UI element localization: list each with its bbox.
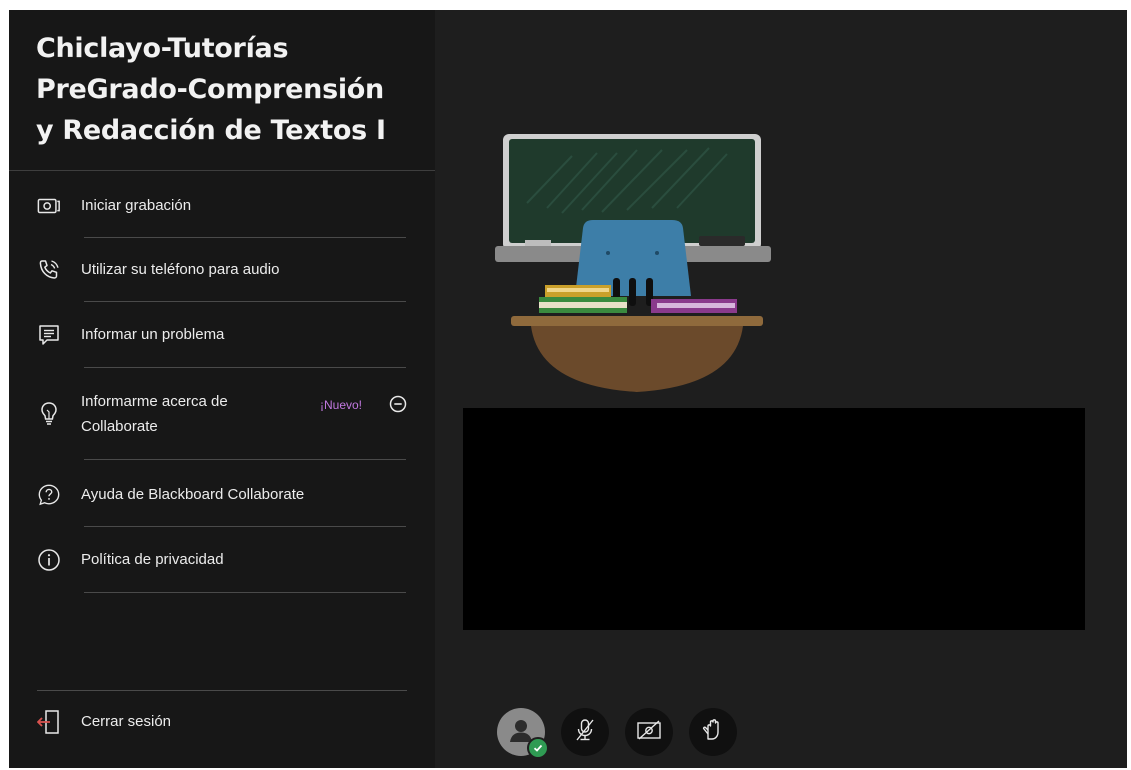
video-feed-area	[463, 408, 1085, 630]
logout-label: Cerrar sesión	[81, 713, 172, 730]
start-recording-button[interactable]: Iniciar grabación	[37, 193, 407, 218]
collaborate-window: Chiclayo-Tutorías PreGrado-Comprensión y…	[9, 10, 1127, 768]
microphone-toggle-button[interactable]	[561, 708, 609, 756]
report-icon	[37, 323, 61, 347]
session-title: Chiclayo-Tutorías PreGrado-Comprensión y…	[36, 28, 426, 151]
main-stage	[435, 10, 1127, 768]
microphone-off-icon	[572, 717, 598, 748]
menu-divider	[84, 526, 406, 527]
learn-about-collaborate-button[interactable]: Informarme acerca de Collaborate ¡Nuevo!	[37, 389, 407, 439]
help-label: Ayuda de Blackboard Collaborate	[81, 486, 305, 503]
help-icon	[37, 483, 61, 507]
classroom-illustration	[495, 134, 771, 392]
menu-divider	[84, 592, 406, 593]
raise-hand-button[interactable]	[689, 708, 737, 756]
phone-icon	[37, 258, 61, 282]
phone-audio-button[interactable]: Utilizar su teléfono para audio	[37, 257, 407, 282]
privacy-policy-label: Política de privacidad	[81, 551, 224, 568]
learn-about-label: Informarme acerca de Collaborate	[81, 389, 228, 439]
session-title-line-2: PreGrado-Comprensión	[36, 74, 384, 105]
session-controls	[497, 707, 737, 759]
status-available-icon	[527, 737, 549, 759]
start-recording-label: Iniciar grabación	[81, 197, 192, 214]
menu-divider	[84, 301, 406, 302]
report-problem-label: Informar un problema	[81, 326, 225, 343]
learn-about-line-2: Collaborate	[81, 418, 158, 435]
logout-button[interactable]: Cerrar sesión	[37, 709, 407, 734]
logout-icon	[37, 709, 61, 734]
learn-about-line-1: Informarme acerca de	[81, 393, 228, 410]
lightbulb-icon	[37, 402, 61, 426]
session-title-line-3: y Redacción de Textos I	[36, 115, 386, 146]
collapse-icon[interactable]	[389, 395, 407, 413]
new-badge: ¡Nuevo!	[320, 398, 363, 412]
report-problem-button[interactable]: Informar un problema	[37, 322, 407, 347]
title-divider	[9, 170, 435, 171]
phone-audio-label: Utilizar su teléfono para audio	[81, 261, 280, 278]
camera-toggle-button[interactable]	[625, 708, 673, 756]
privacy-policy-button[interactable]: Política de privacidad	[37, 547, 407, 572]
menu-divider	[84, 367, 406, 368]
camera-off-icon	[635, 717, 663, 748]
session-menu-panel: Chiclayo-Tutorías PreGrado-Comprensión y…	[9, 10, 435, 768]
menu-divider	[84, 459, 406, 460]
logout-divider	[37, 690, 407, 691]
help-button[interactable]: Ayuda de Blackboard Collaborate	[37, 482, 407, 507]
session-title-line-1: Chiclayo-Tutorías	[36, 33, 289, 64]
info-icon	[37, 548, 61, 572]
raise-hand-icon	[700, 717, 726, 748]
menu-divider	[84, 237, 406, 238]
my-status-button[interactable]	[497, 708, 549, 759]
record-icon	[37, 194, 61, 218]
